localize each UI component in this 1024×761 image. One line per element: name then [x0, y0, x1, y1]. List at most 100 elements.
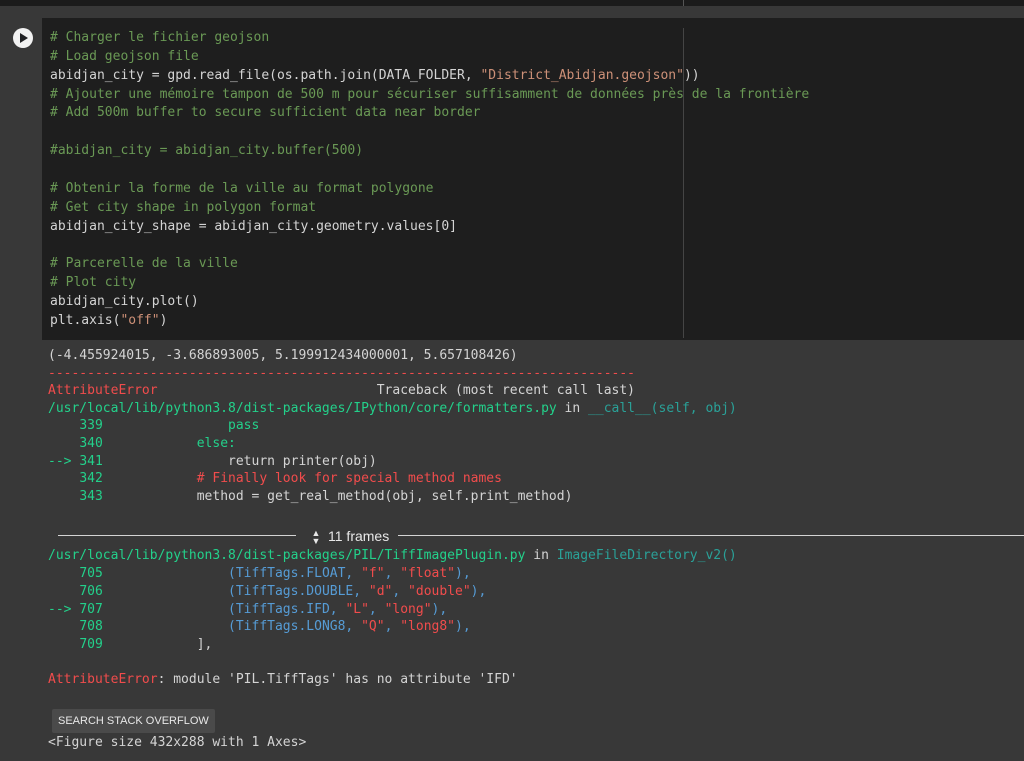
traceback-arrow — [48, 418, 79, 433]
code-string: "District_Abidjan.geojson" — [480, 67, 684, 83]
code-text: abidjan_city = gpd.read_file(os.path.joi… — [50, 67, 481, 83]
traceback-source-line: 706 (TiffTags.DOUBLE, "d", "double"), — [48, 583, 486, 601]
frame2-in: in — [525, 548, 557, 563]
frames-toggle-label: 11 frames — [328, 528, 390, 544]
traceback-line-code: , — [392, 583, 409, 599]
traceback-line-code: (TiffTags.LONG8, — [102, 619, 362, 635]
traceback-string: "long" — [384, 601, 432, 617]
search-stack-overflow-button[interactable]: SEARCH STACK OVERFLOW — [52, 709, 215, 733]
frames-divider-left — [58, 535, 296, 536]
cell-gap — [0, 6, 1024, 18]
traceback-line-number: 340 — [79, 435, 103, 451]
frame1-location: /usr/local/lib/python3.8/dist-packages/I… — [48, 400, 737, 418]
code-comment: # Plot city — [50, 275, 137, 291]
code-line[interactable]: abidjan_city = gpd.read_file(os.path.joi… — [50, 66, 700, 85]
code-line[interactable]: abidjan_city_shape = abidjan_city.geomet… — [50, 217, 457, 236]
frames-divider-right — [398, 535, 1024, 536]
frame2-path-link[interactable]: /usr/local/lib/python3.8/dist-packages/P… — [48, 548, 525, 563]
play-icon — [20, 33, 28, 43]
traceback-source-line: 705 (TiffTags.FLOAT, "f", "float"), — [48, 565, 470, 583]
traceback-line-code: ), — [455, 619, 471, 635]
final-error-line: AttributeError: module 'PIL.TiffTags' ha… — [48, 671, 518, 689]
code-comment: # Get city shape in polygon format — [50, 199, 317, 215]
code-cell[interactable]: # Charger le fichier geojson # Load geojs… — [0, 18, 1024, 340]
traceback-header: AttributeError Traceback (most recent ca… — [48, 382, 635, 400]
traceback-line-code: (TiffTags.DOUBLE, — [102, 583, 369, 599]
code-line[interactable]: # Get city shape in polygon format — [50, 198, 316, 217]
code-line[interactable]: # Obtenir la forme de la ville au format… — [50, 179, 434, 198]
traceback-source-line: 708 (TiffTags.LONG8, "Q", "long8"), — [48, 618, 471, 636]
code-text: plt.axis( — [50, 312, 121, 328]
traceback-line-number: 339 — [79, 418, 103, 433]
traceback-line-code: (TiffTags.FLOAT, — [102, 566, 362, 581]
traceback-line-code: return printer(obj) — [102, 453, 377, 469]
code-line[interactable]: plt.axis("off") — [50, 311, 167, 330]
traceback-line-number: 706 — [79, 583, 103, 599]
frame1-path-link[interactable]: /usr/local/lib/python3.8/dist-packages/I… — [48, 401, 557, 416]
traceback-source-line: 339 pass — [48, 417, 259, 435]
traceback-line-code: (TiffTags.IFD, — [102, 601, 346, 617]
frame2-location: /usr/local/lib/python3.8/dist-packages/P… — [48, 547, 737, 565]
code-line[interactable]: # Add 500m buffer to secure sufficient d… — [50, 103, 480, 122]
code-line[interactable]: # Load geojson file — [50, 47, 199, 66]
frames-toggle[interactable]: ▲ ▼ 11 frames — [310, 526, 390, 546]
code-line[interactable]: #abidjan_city = abidjan_city.buffer(500) — [50, 141, 363, 160]
code-comment: # Obtenir la forme de la ville au format… — [50, 180, 434, 196]
traceback-line-number: 708 — [79, 619, 103, 635]
code-editor[interactable]: # Charger le fichier geojson # Load geojs… — [42, 18, 1024, 340]
code-string: "off" — [120, 312, 160, 328]
traceback-string: "long8" — [400, 619, 456, 635]
traceback-line-number: 709 — [79, 637, 103, 653]
traceback-string: "float" — [400, 566, 456, 581]
traceback-line-number: 342 — [79, 471, 103, 487]
traceback-line-number: 705 — [79, 566, 103, 581]
traceback-string: "double" — [408, 583, 471, 599]
traceback-string: "d" — [368, 583, 393, 599]
traceback-header-text: Traceback (most recent call last) — [157, 383, 636, 398]
code-text: ) — [159, 312, 168, 328]
code-text: )) — [683, 67, 700, 83]
code-comment: # Add 500m buffer to secure sufficient d… — [50, 105, 481, 121]
code-line[interactable]: # Charger le fichier geojson — [50, 28, 269, 47]
code-line[interactable]: # Parcerelle de la ville — [50, 254, 238, 273]
code-comment: # Charger le fichier geojson — [50, 30, 270, 45]
traceback-string: "Q" — [361, 619, 385, 635]
traceback-source-line: 709 ], — [48, 636, 212, 654]
collapsed-frames-bar: ▲ ▼ 11 frames — [58, 526, 1024, 546]
traceback-line-code: , — [384, 619, 401, 635]
traceback-line-number: 341 — [79, 453, 103, 469]
traceback-line-code: ), — [470, 583, 487, 599]
traceback-string: "L" — [345, 601, 369, 617]
traceback-line-code: , — [368, 601, 385, 617]
traceback-line-code: method = get_real_method(obj, self.print… — [102, 489, 573, 505]
cell-gutter — [0, 18, 42, 340]
code-comment: # Parcerelle de la ville — [50, 256, 238, 272]
frame1-in: in — [556, 401, 589, 416]
figure-size-line: <Figure size 432x288 with 1 Axes> — [48, 735, 307, 750]
code-text: abidjan_city.plot() — [50, 293, 199, 309]
final-error-message: : module 'PIL.TiffTags' has no attribute… — [157, 672, 518, 687]
frame2-func: ImageFileDirectory_v2() — [556, 548, 737, 563]
traceback-line-number: 343 — [79, 489, 103, 505]
traceback-arrow — [48, 637, 79, 652]
traceback-arrow — [48, 436, 79, 451]
traceback-arrow — [48, 566, 79, 581]
code-comment: # Load geojson file — [50, 48, 199, 64]
traceback-source-line: 342 # Finally look for special method na… — [48, 470, 502, 488]
traceback-arrow — [48, 619, 79, 634]
traceback-source-line: --> 707 (TiffTags.IFD, "L", "long"), — [48, 601, 447, 619]
code-line[interactable]: # Ajouter une mémoire tampon de 500 m po… — [50, 85, 809, 104]
traceback-line-code: , — [384, 566, 401, 581]
traceback-line-code: else: — [102, 435, 236, 451]
run-cell-button[interactable] — [13, 28, 33, 48]
traceback-source-line: 343 method = get_real_method(obj, self.p… — [48, 488, 572, 506]
traceback-line-code: # Finally look for special method names — [102, 471, 502, 487]
code-text: abidjan_city_shape = abidjan_city.geomet… — [50, 218, 457, 234]
traceback-line-number: 707 — [79, 601, 103, 617]
traceback-arrow — [48, 489, 79, 504]
code-line[interactable]: abidjan_city.plot() — [50, 292, 199, 311]
cell-output: (-4.455924015, -3.686893005, 5.199912434… — [0, 340, 1024, 761]
traceback-source-line: --> 341 return printer(obj) — [48, 453, 377, 471]
traceback-string: "f" — [361, 566, 385, 581]
code-line[interactable]: # Plot city — [50, 273, 136, 292]
